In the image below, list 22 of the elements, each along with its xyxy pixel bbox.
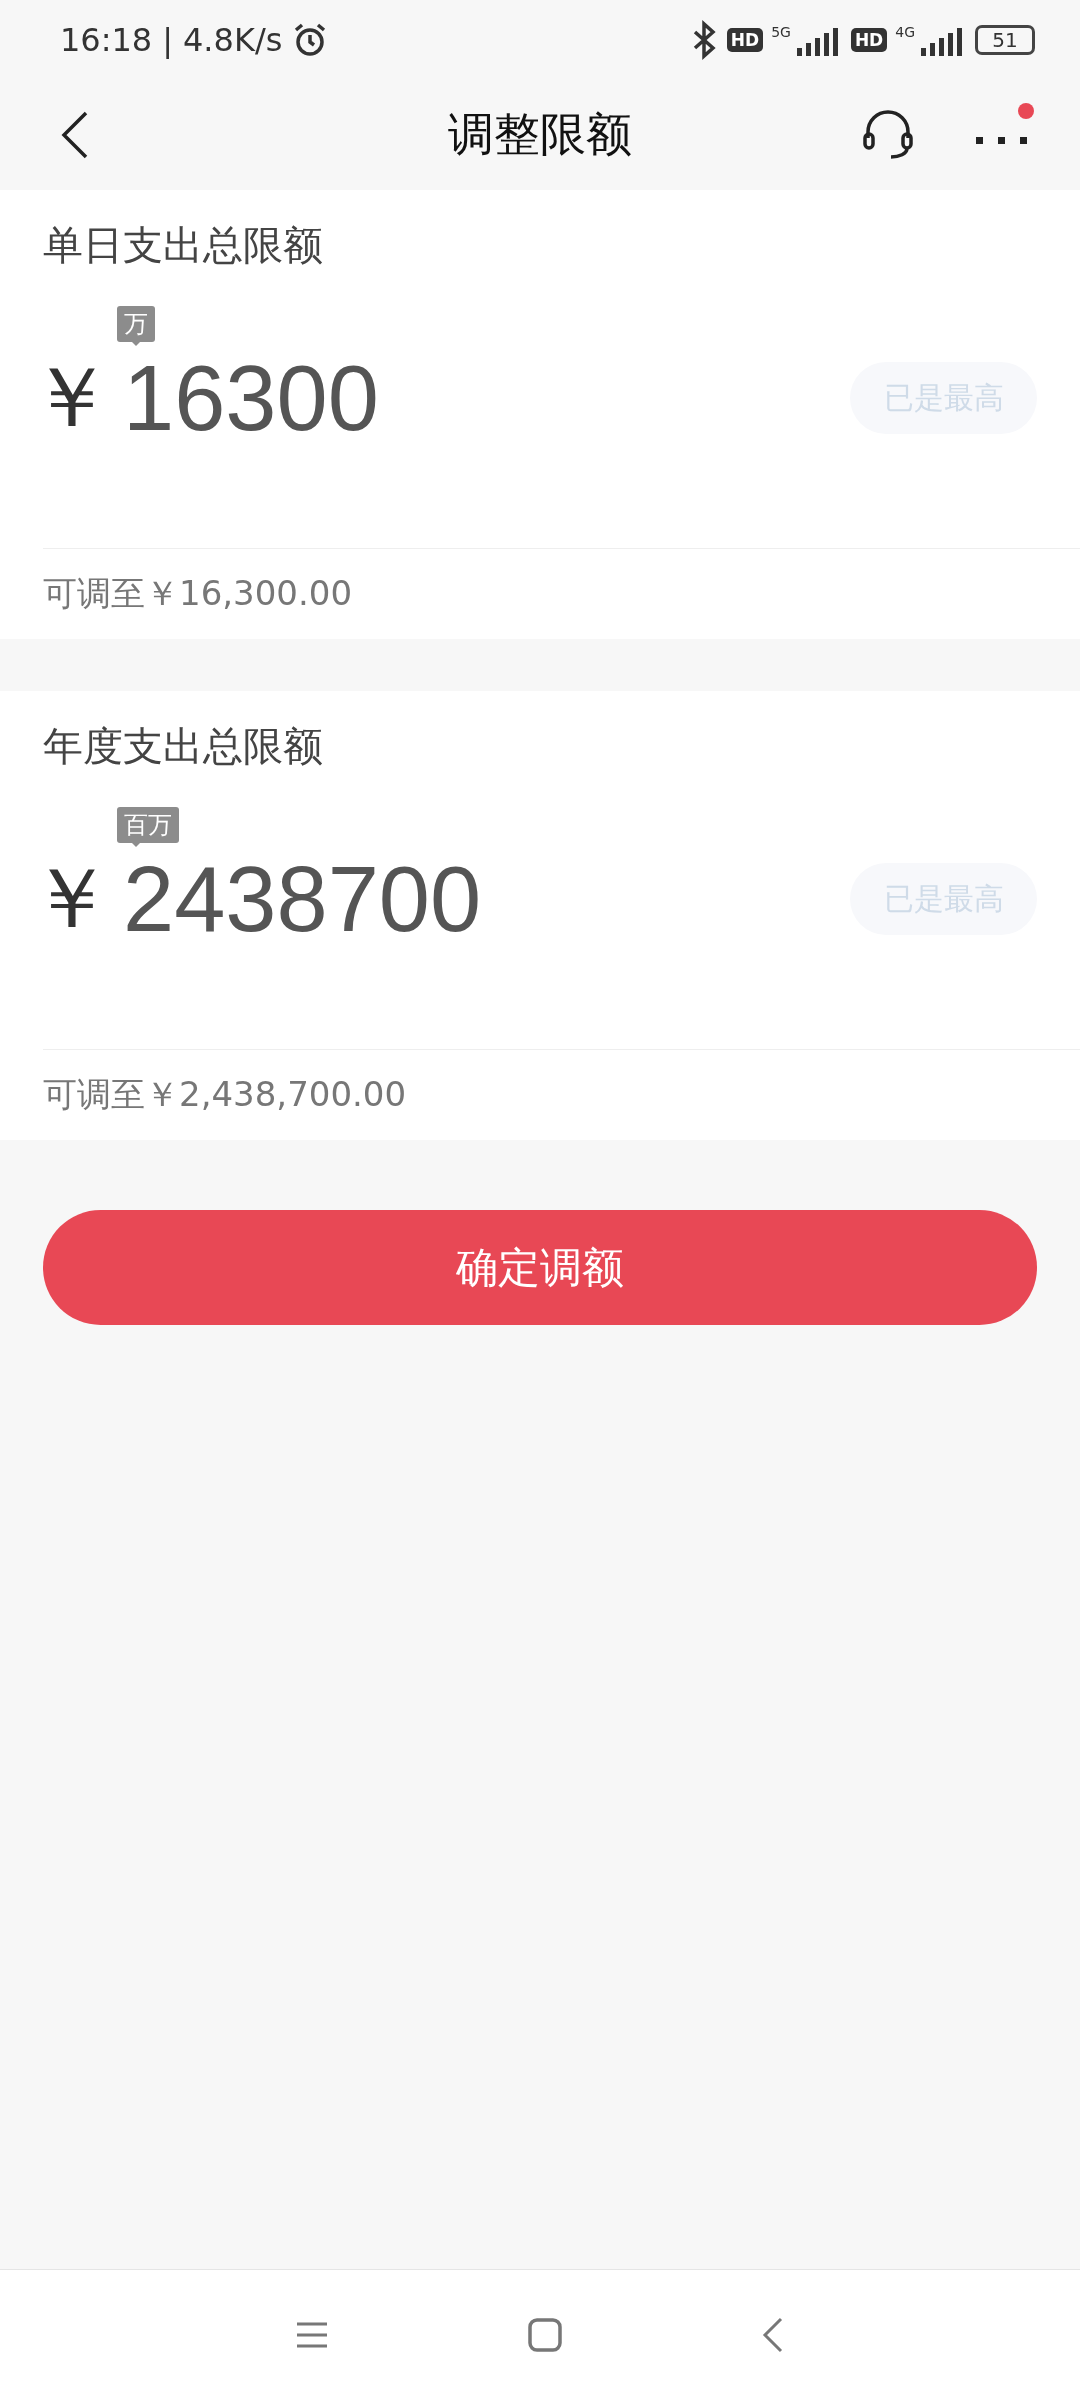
limit-title: 年度支出总限额: [43, 723, 323, 769]
network-label: 5G: [771, 24, 791, 40]
confirm-button[interactable]: 确定调额: [43, 1210, 1037, 1325]
status-time: 16:18: [60, 21, 153, 59]
hd-badge: HD: [726, 28, 764, 52]
limit-amount: 16300: [123, 346, 379, 449]
headset-icon[interactable]: [862, 110, 914, 160]
network-label: 4G: [895, 24, 915, 40]
currency-symbol: ￥: [29, 848, 113, 949]
currency-symbol: ￥: [29, 347, 113, 448]
network-speed: 4.8K/s: [183, 21, 283, 59]
battery-icon: 51: [975, 25, 1035, 55]
adjustable-hint: 可调至￥16,300.00: [43, 572, 353, 615]
menu-icon[interactable]: [296, 2321, 328, 2349]
hd-badge: HD: [850, 28, 888, 52]
home-icon[interactable]: [528, 2318, 562, 2352]
status-separator: |: [162, 21, 173, 59]
adjustable-hint: 可调至￥2,438,700.00: [43, 1073, 407, 1116]
back-icon[interactable]: [60, 110, 90, 160]
limit-title: 单日支出总限额: [43, 222, 323, 268]
page-title: 调整限额: [448, 107, 632, 161]
limit-amount: 2438700: [123, 847, 482, 950]
